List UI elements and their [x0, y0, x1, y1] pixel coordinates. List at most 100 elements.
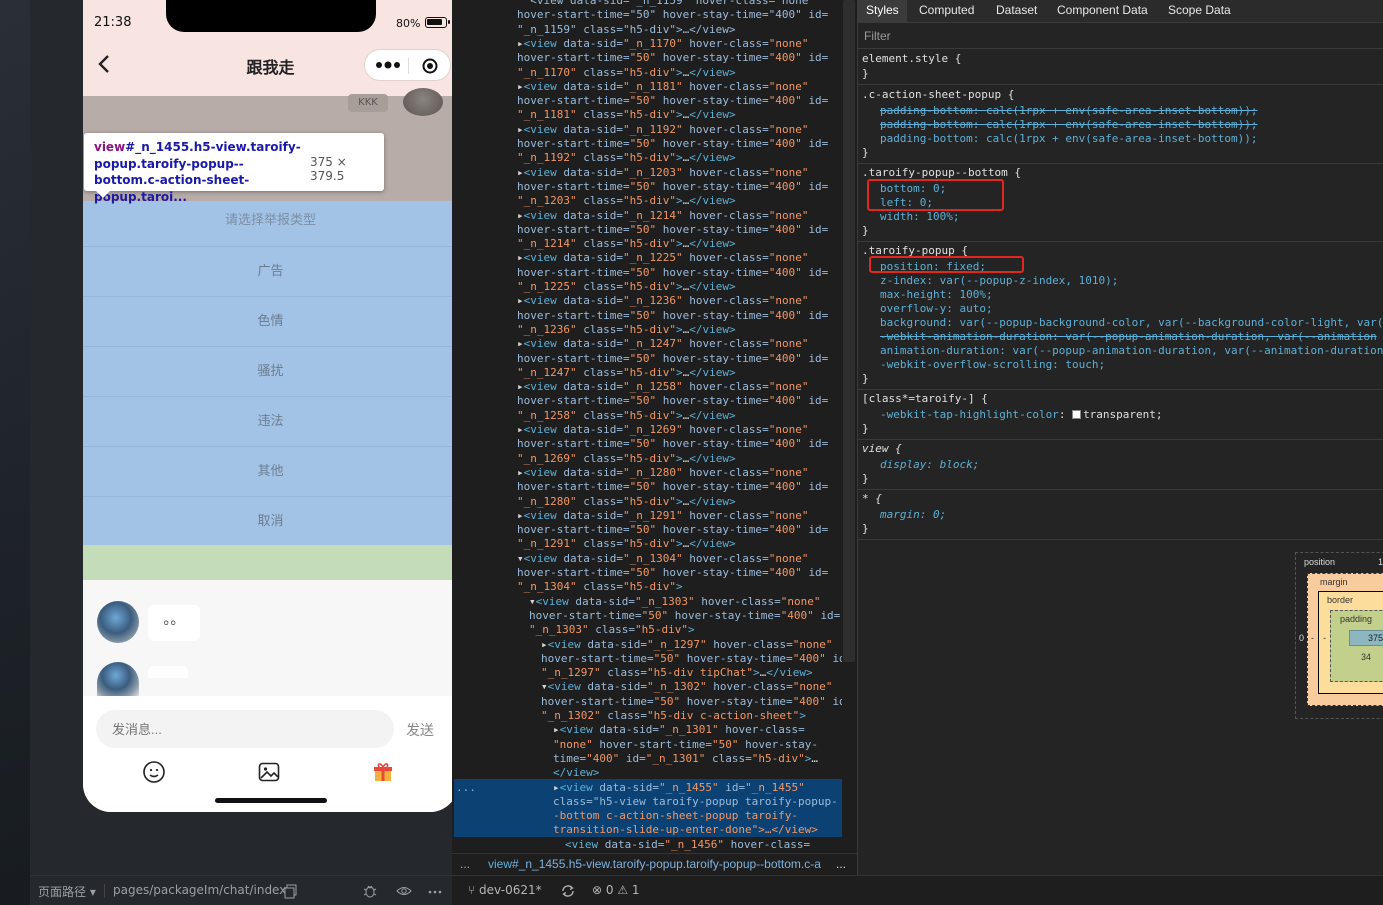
- tab-scope-data[interactable]: Scope Data: [1168, 0, 1231, 22]
- dom-node-line[interactable]: "_n_1258" class="h5-div">…</view>: [517, 409, 736, 423]
- css-property[interactable]: -webkit-tap-highlight-color: transparent…: [880, 408, 1163, 422]
- tab-styles[interactable]: Styles: [858, 0, 907, 22]
- css-property[interactable]: animation-duration: var(--popup-animatio…: [880, 344, 1383, 358]
- css-property[interactable]: overflow-y: auto;: [880, 302, 993, 316]
- sync-icon[interactable]: [560, 883, 576, 899]
- dom-node-line[interactable]: "_n_1181" class="h5-div">…</view>: [517, 108, 736, 122]
- css-property[interactable]: width: 100%;: [880, 210, 959, 224]
- dom-node-line[interactable]: "_n_1280" class="h5-div">…</view>: [517, 495, 736, 509]
- selected-dom-node-line[interactable]: ▸<view data-sid="_n_1455" id="_n_1455": [553, 781, 805, 795]
- dom-node-line[interactable]: ▸<view data-sid="_n_1301" hover-class=: [553, 723, 805, 737]
- dom-node-line[interactable]: "none" hover-start-time="50" hover-stay-: [553, 738, 818, 752]
- more-dots-icon[interactable]: [375, 58, 401, 72]
- gift-icon[interactable]: [371, 760, 395, 784]
- dom-node-line[interactable]: hover-start-time="50" hover-stay-time="4…: [517, 352, 828, 366]
- dom-node-line[interactable]: hover-start-time="50" hover-stay-time="4…: [517, 137, 828, 151]
- dom-node-line[interactable]: ▸<view data-sid="_n_1170" hover-class="n…: [517, 37, 808, 51]
- dom-node-line[interactable]: "_n_1304" class="h5-div">: [517, 580, 683, 594]
- message-input[interactable]: [96, 710, 394, 748]
- css-property[interactable]: display: block;: [880, 458, 979, 472]
- scrollbar[interactable]: [843, 0, 855, 662]
- avatar[interactable]: [97, 662, 139, 696]
- dom-node-line[interactable]: ▸<view data-sid="_n_1225" hover-class="n…: [517, 251, 808, 265]
- css-property[interactable]: padding-bottom: calc(1rpx + env(safe-are…: [880, 132, 1258, 146]
- action-sheet-item[interactable]: 违法: [83, 397, 458, 447]
- dom-node-line[interactable]: "_n_1297" class="h5-div tipChat">…</view…: [541, 666, 813, 680]
- selected-dom-node-line[interactable]: class="h5-view taroify-popup taroify-pop…: [553, 795, 838, 809]
- action-sheet-item[interactable]: 色情: [83, 297, 458, 347]
- send-button[interactable]: 发送: [406, 720, 434, 740]
- copy-icon[interactable]: [283, 883, 299, 899]
- dom-node-line[interactable]: "_n_1247" class="h5-div">…</view>: [517, 366, 736, 380]
- selected-dom-node-line[interactable]: -bottom c-action-sheet-popup taroify-: [553, 809, 798, 823]
- css-property-overridden[interactable]: padding-bottom: calc(1rpx + env(safe-are…: [880, 118, 1258, 132]
- dom-node-line[interactable]: ▸<view data-sid="_n_1269" hover-class="n…: [517, 423, 808, 437]
- dom-node-line[interactable]: "_n_1203" class="h5-div">…</view>: [517, 194, 736, 208]
- dom-node-line[interactable]: ▾<view data-sid="_n_1302" hover-class="n…: [541, 680, 832, 694]
- close-record-icon[interactable]: [422, 58, 438, 74]
- page-path-dropdown[interactable]: 页面路径 ▾: [38, 883, 96, 900]
- dom-node-line[interactable]: "_n_1214" class="h5-div">…</view>: [517, 237, 736, 251]
- dom-node-line[interactable]: hover-start-time="50" hover-stay-time="4…: [541, 652, 842, 666]
- dom-node-line[interactable]: ▸<view data-sid="_n_1181" hover-class="n…: [517, 80, 808, 94]
- css-property[interactable]: max-height: 100%;: [880, 288, 993, 302]
- dom-node-line[interactable]: ▸<view data-sid="_n_1291" hover-class="n…: [517, 509, 808, 523]
- image-icon[interactable]: [257, 760, 281, 784]
- dom-node-line[interactable]: hover-start-time="50" hover-stay-time="4…: [517, 566, 828, 580]
- dom-node-line[interactable]: hover-start-time="50" hover-stay-time="4…: [541, 695, 842, 709]
- dom-node-line[interactable]: ▸<view data-sid="_n_1258" hover-class="n…: [517, 380, 808, 394]
- dom-node-line[interactable]: hover-start-time="50" hover-stay-time="4…: [517, 480, 828, 494]
- dom-node-line[interactable]: "_n_1159" class="h5-div">…</view>: [517, 23, 736, 37]
- action-sheet-item[interactable]: 骚扰: [83, 347, 458, 397]
- dom-node-line[interactable]: hover-start-time="50" hover-stay-time="4…: [517, 266, 828, 280]
- avatar[interactable]: [97, 601, 139, 643]
- breadcrumb-more[interactable]: ...: [836, 854, 846, 874]
- dom-node-line[interactable]: hover-start-time="50" hover-stay-time="4…: [517, 51, 828, 65]
- color-swatch[interactable]: [1072, 410, 1082, 419]
- dom-node-line[interactable]: ▾<view data-sid="_n_1304" hover-class="n…: [517, 552, 808, 566]
- dom-node-line[interactable]: ▸<view data-sid="_n_1236" hover-class="n…: [517, 294, 808, 308]
- dom-node-line[interactable]: hover-start-time="50" hover-stay-time="4…: [517, 309, 828, 323]
- css-property[interactable]: z-index: var(--popup-z-index, 1010);: [880, 274, 1118, 288]
- dom-node-line[interactable]: hover-start-time="50" hover-stay-time="4…: [517, 437, 828, 451]
- git-branch[interactable]: ⑂ dev-0621*: [468, 883, 542, 897]
- dom-node-line[interactable]: "_n_1236" class="h5-div">…</view>: [517, 323, 736, 337]
- cancel-button[interactable]: 取消: [83, 497, 458, 547]
- dom-node-line[interactable]: "_n_1269" class="h5-div">…</view>: [517, 452, 736, 466]
- tab-dataset[interactable]: Dataset: [996, 0, 1037, 22]
- dom-node-line[interactable]: hover-start-time="50" hover-stay-time="4…: [517, 394, 828, 408]
- breadcrumb-overflow[interactable]: ...: [460, 854, 470, 874]
- dom-node-line[interactable]: hover-start-time="50" hover-stay-time="4…: [517, 8, 828, 22]
- dom-node-line[interactable]: ▸<view data-sid="_n_1247" hover-class="n…: [517, 337, 808, 351]
- dom-node-line[interactable]: ▾<view data-sid="_n_1303" hover-class="n…: [529, 595, 820, 609]
- dom-node-line[interactable]: ▸<view data-sid="_n_1280" hover-class="n…: [517, 466, 808, 480]
- dom-node-line[interactable]: "_n_1225" class="h5-div">…</view>: [517, 280, 736, 294]
- dom-node-line[interactable]: hover-start-time="50" hover-stay-time="4…: [517, 223, 828, 237]
- dom-node-line[interactable]: hover-start-time="50" hover-stay-time="4…: [517, 94, 828, 108]
- css-property[interactable]: background: var(--popup-background-color…: [880, 316, 1383, 330]
- preview-eye-icon[interactable]: [396, 883, 412, 899]
- dom-node-line[interactable]: ▸<view data-sid="_n_1203" hover-class="n…: [517, 166, 808, 180]
- dom-node-line[interactable]: time="400" id="_n_1301" class="h5-div">…: [553, 752, 818, 766]
- styles-filter-input[interactable]: Filter: [858, 24, 1383, 49]
- css-property-overridden[interactable]: -webkit-animation-duration: var(--popup-…: [880, 330, 1377, 344]
- dom-node-line[interactable]: "_n_1302" class="h5-div c-action-sheet">: [541, 709, 806, 723]
- debug-bug-icon[interactable]: [362, 883, 378, 899]
- dom-node-line[interactable]: <view data-sid="_n_1456" hover-class=: [565, 838, 810, 852]
- css-property[interactable]: -webkit-overflow-scrolling: touch;: [880, 358, 1105, 372]
- css-property-overridden[interactable]: padding-bottom: calc(1rpx + env(safe-are…: [880, 104, 1258, 118]
- action-sheet-item[interactable]: 其他: [83, 447, 458, 497]
- action-sheet-item[interactable]: 广告: [83, 247, 458, 297]
- dom-node-line[interactable]: ▸<view data-sid="_n_1192" hover-class="n…: [517, 123, 808, 137]
- dom-node-line[interactable]: hover-start-time="50" hover-stay-time="4…: [517, 180, 828, 194]
- dom-node-line[interactable]: hover-start-time="50" hover-stay-time="4…: [517, 523, 828, 537]
- breadcrumb-item[interactable]: view#_n_1455.h5-view.taroify-popup.taroi…: [488, 854, 833, 874]
- dom-node-line[interactable]: hover-start-time="50" hover-stay-time="4…: [529, 609, 840, 623]
- dom-node-line[interactable]: "_n_1303" class="h5-div">: [529, 623, 695, 637]
- dom-node-line[interactable]: ▸<view data-sid="_n_1214" hover-class="n…: [517, 209, 808, 223]
- dom-node-line[interactable]: "_n_1192" class="h5-div">…</view>: [517, 151, 736, 165]
- more-icon[interactable]: [427, 883, 443, 899]
- emoji-icon[interactable]: [142, 760, 166, 784]
- dom-node-line[interactable]: "_n_1170" class="h5-div">…</view>: [517, 66, 736, 80]
- css-property[interactable]: margin: 0;: [880, 508, 946, 522]
